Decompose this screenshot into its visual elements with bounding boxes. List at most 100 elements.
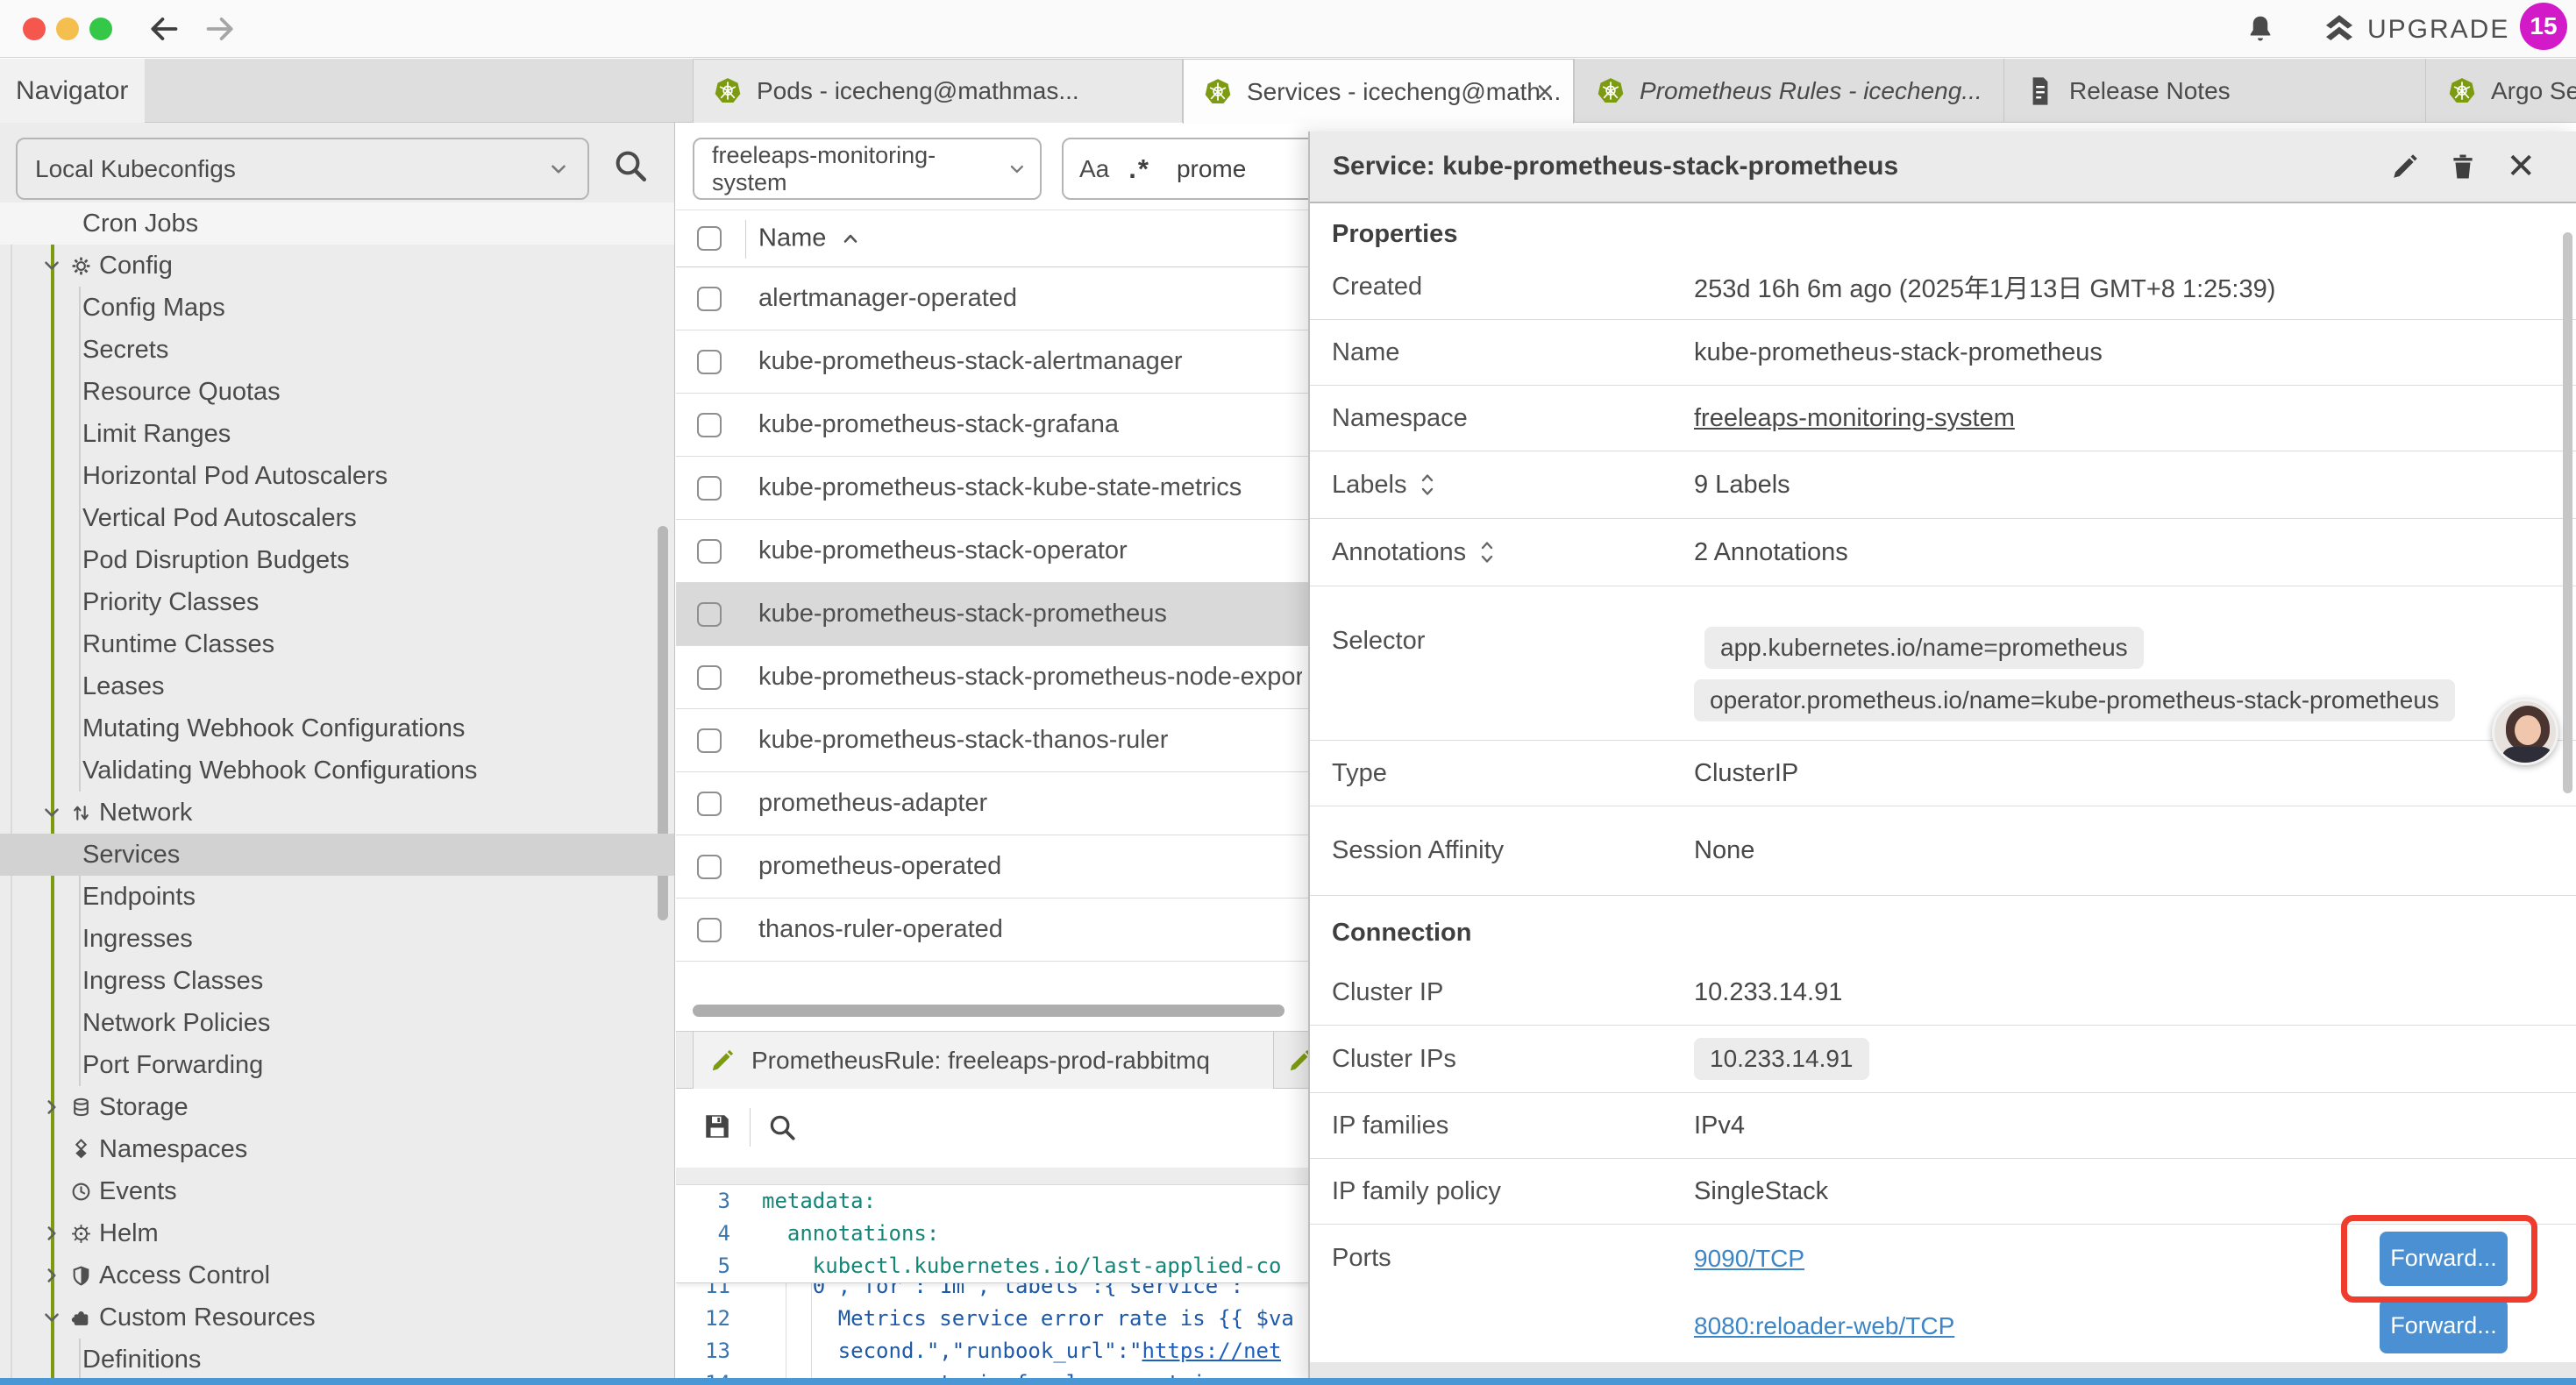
forward-icon[interactable]: [203, 12, 237, 46]
sidebar-item[interactable]: Events: [0, 1170, 675, 1212]
tab-services[interactable]: Services - icecheng@math... ×: [1183, 59, 1574, 124]
row-checkbox[interactable]: [697, 792, 722, 816]
name-filter-input[interactable]: Aa .* prome: [1062, 138, 1308, 200]
kubeconfig-selector[interactable]: Local Kubeconfigs: [16, 138, 589, 200]
tree-chevron-icon[interactable]: [40, 675, 63, 698]
tree-chevron-icon[interactable]: [40, 927, 63, 950]
back-icon[interactable]: [147, 12, 181, 46]
sidebar-item[interactable]: Namespaces: [0, 1128, 675, 1170]
sidebar-item[interactable]: Ingresses: [0, 918, 675, 960]
sidebar-item[interactable]: Storage: [0, 1086, 675, 1128]
tree-chevron-icon[interactable]: [40, 1222, 63, 1245]
tree-chevron-icon[interactable]: [40, 1054, 63, 1076]
tree-chevron-icon[interactable]: [40, 212, 63, 235]
upgrade-button[interactable]: UPGRADE: [2367, 15, 2509, 45]
labels-count[interactable]: 9 Labels: [1694, 471, 1790, 500]
tree-chevron-icon[interactable]: [40, 591, 63, 614]
tree-chevron-icon[interactable]: [40, 1180, 63, 1203]
sidebar-item[interactable]: Leases: [0, 665, 675, 707]
sidebar-item[interactable]: Port Forwarding: [0, 1044, 675, 1086]
window-close-button[interactable]: [23, 18, 46, 40]
code-line[interactable]: 11 0","for":"1m","labels":{"service":": [676, 1283, 1308, 1303]
sidebar-item[interactable]: Resource Quotas: [0, 371, 675, 413]
cluster-ips-chip[interactable]: 10.233.14.91: [1694, 1038, 1869, 1080]
close-tab-icon[interactable]: ×: [1536, 77, 1554, 107]
row-checkbox[interactable]: [697, 539, 722, 564]
table-row[interactable]: alertmanager-operated: [676, 267, 1308, 330]
tree-chevron-icon[interactable]: [40, 380, 63, 403]
port-link[interactable]: 9090/TCP: [1694, 1245, 1804, 1273]
sidebar-item[interactable]: Cron Jobs: [0, 202, 675, 245]
match-case-toggle[interactable]: Aa: [1079, 155, 1109, 183]
table-row[interactable]: kube-prometheus-stack-alertmanager: [676, 330, 1308, 394]
tree-chevron-icon[interactable]: [40, 1306, 63, 1329]
tree-chevron-icon[interactable]: [40, 296, 63, 319]
row-checkbox[interactable]: [697, 413, 722, 437]
notifications-bell-icon[interactable]: [2245, 11, 2276, 46]
namespace-link[interactable]: freeleaps-monitoring-system: [1694, 404, 2015, 433]
expand-collapse-icon[interactable]: [1477, 539, 1498, 565]
tree-chevron-icon[interactable]: [40, 1138, 63, 1161]
annotations-count[interactable]: 2 Annotations: [1694, 538, 1848, 567]
sidebar-item[interactable]: Runtime Classes: [0, 623, 675, 665]
sidebar-item[interactable]: Limit Ranges: [0, 413, 675, 455]
sidebar-item[interactable]: Custom Resources: [0, 1296, 675, 1339]
tree-chevron-icon[interactable]: [40, 465, 63, 487]
yaml-editor[interactable]: 3 metadata: 4 annotations: 5 kubectl.kub…: [676, 1185, 1308, 1385]
user-avatar[interactable]: [2492, 699, 2558, 765]
table-row[interactable]: prometheus-adapter: [676, 772, 1308, 835]
tree-chevron-icon[interactable]: [40, 338, 63, 361]
close-drawer-icon[interactable]: ✕: [2506, 149, 2536, 184]
table-row[interactable]: kube-prometheus-stack-thanos-ruler: [676, 709, 1308, 772]
table-row[interactable]: kube-prometheus-stack-grafana: [676, 394, 1308, 457]
tree-chevron-icon[interactable]: [40, 801, 63, 824]
selector-chip[interactable]: operator.prometheus.io/name=kube-prometh…: [1694, 679, 2455, 721]
notification-count-badge[interactable]: 15: [2520, 3, 2567, 50]
tab-prometheus-rules[interactable]: Prometheus Rules - icecheng...: [1574, 59, 2003, 123]
tree-chevron-icon[interactable]: [40, 843, 63, 866]
editor-search-icon[interactable]: [767, 1112, 797, 1142]
table-row[interactable]: kube-prometheus-stack-operator: [676, 520, 1308, 583]
sidebar-item[interactable]: Priority Classes: [0, 581, 675, 623]
code-line[interactable]: 13 second.","runbook_url":"https://net: [676, 1335, 1308, 1367]
sidebar-item[interactable]: Helm: [0, 1212, 675, 1254]
navigator-panel-tab[interactable]: Navigator: [0, 59, 145, 123]
tree-chevron-icon[interactable]: [40, 1012, 63, 1034]
tree-chevron-icon[interactable]: [40, 633, 63, 656]
sidebar-item[interactable]: Mutating Webhook Configurations: [0, 707, 675, 749]
port-link[interactable]: 8080:reloader-web/TCP: [1694, 1312, 1954, 1340]
row-checkbox[interactable]: [697, 350, 722, 374]
table-row[interactable]: kube-prometheus-stack-prometheus-node-ex…: [676, 646, 1308, 709]
tab-pods[interactable]: Pods - icecheng@mathmas...: [693, 59, 1183, 123]
table-row[interactable]: prometheus-operated: [676, 835, 1308, 898]
tree-chevron-icon[interactable]: [40, 423, 63, 445]
selector-chip[interactable]: app.kubernetes.io/name=prometheus: [1704, 627, 2144, 669]
table-row[interactable]: kube-prometheus-stack-prometheus: [676, 583, 1308, 646]
drawer-scrollbar[interactable]: [2563, 232, 2572, 793]
tree-chevron-icon[interactable]: [40, 885, 63, 908]
select-all-checkbox[interactable]: [697, 226, 722, 251]
sidebar-search-icon[interactable]: [612, 147, 649, 184]
sidebar-item[interactable]: Endpoints: [0, 876, 675, 918]
sidebar-item[interactable]: Definitions: [0, 1339, 675, 1381]
regex-toggle[interactable]: .*: [1128, 153, 1150, 185]
code-line[interactable]: 3 metadata:: [676, 1185, 1308, 1218]
tab-release-notes[interactable]: Release Notes: [2003, 59, 2425, 123]
table-row[interactable]: thanos-ruler-operated: [676, 898, 1308, 962]
code-link[interactable]: https://net: [1142, 1339, 1281, 1363]
sidebar-item[interactable]: Services: [0, 834, 675, 876]
window-zoom-button[interactable]: [89, 18, 112, 40]
code-line[interactable]: 4 annotations:: [676, 1218, 1308, 1250]
tree-chevron-icon[interactable]: [40, 1264, 63, 1287]
sidebar-item[interactable]: Pod Disruption Budgets: [0, 539, 675, 581]
table-horizontal-scrollbar[interactable]: [693, 1005, 1284, 1017]
column-name-header[interactable]: Name: [758, 224, 861, 253]
tree-chevron-icon[interactable]: [40, 549, 63, 572]
tree-chevron-icon[interactable]: [40, 507, 63, 529]
sidebar-item[interactable]: Secrets: [0, 329, 675, 371]
tree-chevron-icon[interactable]: [40, 1096, 63, 1119]
sidebar-item[interactable]: Network Policies: [0, 1002, 675, 1044]
tab-argo[interactable]: Argo Se: [2425, 59, 2576, 123]
sidebar-item[interactable]: Ingress Classes: [0, 960, 675, 1002]
window-minimize-button[interactable]: [56, 18, 79, 40]
